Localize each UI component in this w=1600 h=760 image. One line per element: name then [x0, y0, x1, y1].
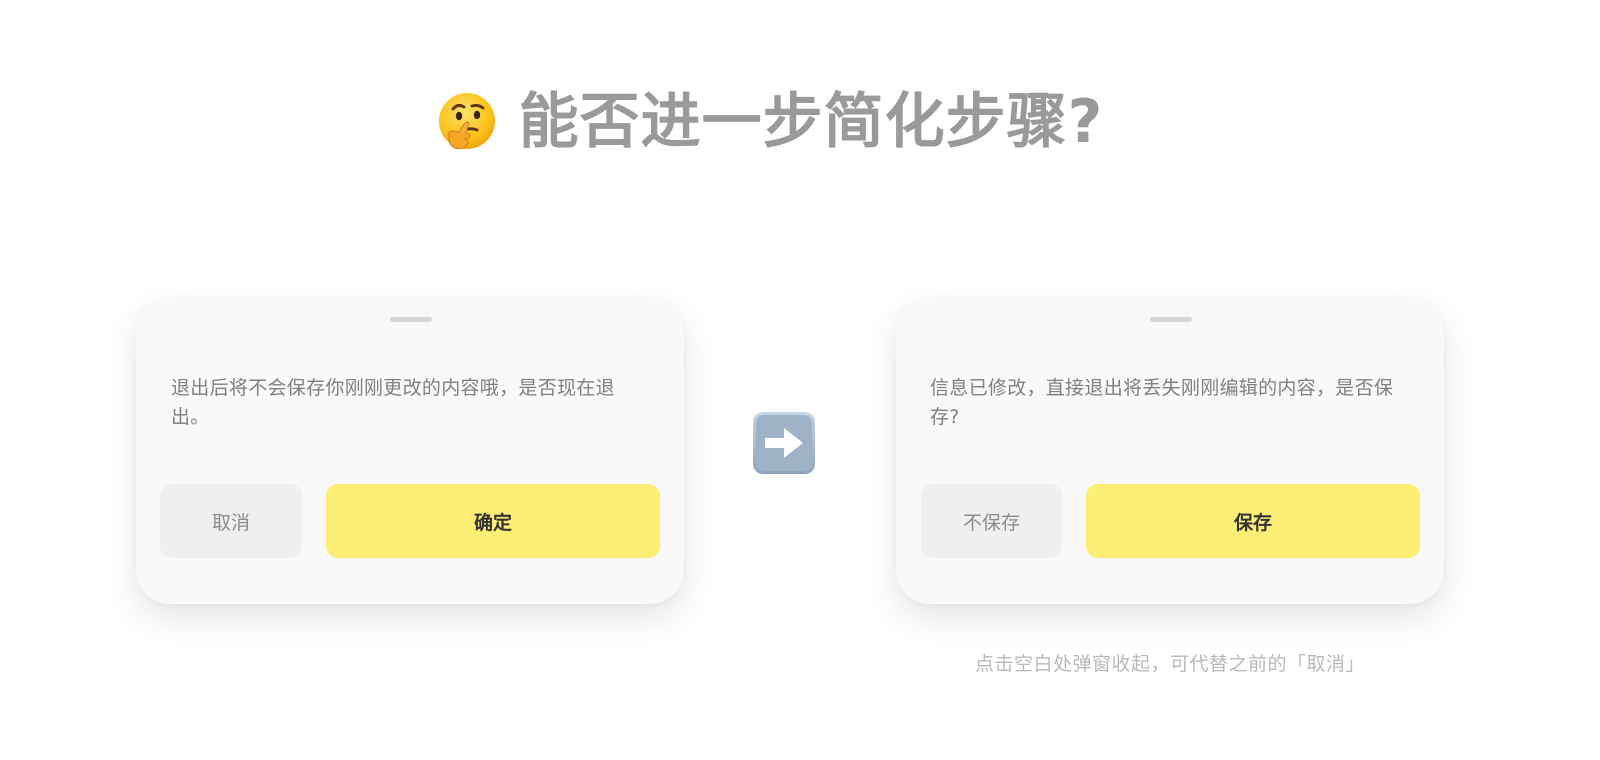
title-text: 能否进一步简化步骤?: [518, 87, 1104, 157]
thinking-face-icon: [437, 92, 497, 152]
page-title: 能否进一步简化步骤?: [0, 82, 1540, 162]
confirm-button[interactable]: 确定: [326, 484, 660, 558]
hint-note: 点击空白处弹窗收起，可代替之前的「取消」: [974, 653, 1365, 675]
dialog-before: 退出后将不会保存你刚刚更改的内容哦，是否现在退出。 取消 确定: [136, 298, 684, 604]
dialog-message: 退出后将不会保存你刚刚更改的内容哦，是否现在退出。: [171, 377, 615, 428]
discard-button[interactable]: 不保存: [921, 484, 1062, 558]
dialog-message: 信息已修改，直接退出将丢失刚刚编辑的内容，是否保存?: [930, 377, 1394, 428]
right-arrow-icon: [752, 411, 816, 475]
sheet-grabber[interactable]: [1150, 317, 1192, 322]
cancel-button[interactable]: 取消: [160, 484, 302, 558]
dialog-after: 信息已修改，直接退出将丢失刚刚编辑的内容，是否保存? 不保存 保存: [896, 298, 1444, 604]
sheet-grabber[interactable]: [390, 317, 432, 322]
save-button[interactable]: 保存: [1086, 484, 1420, 558]
